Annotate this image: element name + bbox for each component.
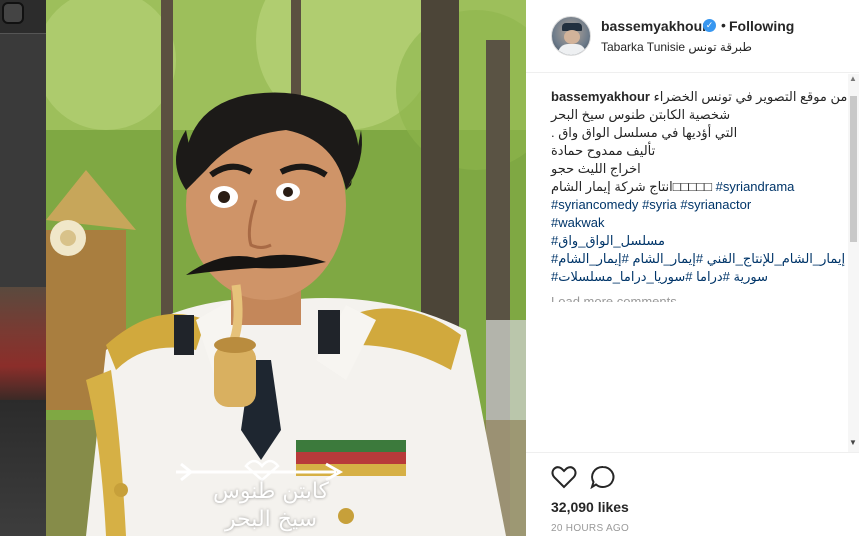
post-photo[interactable]: كابتن طنوس سيخ البحر [46, 0, 526, 536]
following-button[interactable]: Following [729, 18, 794, 34]
post-timestamp[interactable]: 20 HOURS AGO [551, 523, 629, 534]
comments-scrollbar-thumb[interactable] [850, 96, 857, 242]
caption-line: تأليف ممدوح حمادة [551, 143, 656, 158]
hashtag-link[interactable]: #إيمار_الشام [558, 251, 629, 266]
scroll-down-arrow-icon[interactable]: ▼ [849, 438, 857, 447]
username-link[interactable]: bassemyakhour [601, 18, 708, 34]
hashtag-link[interactable]: #syrianactor [680, 197, 751, 212]
hashtag-link[interactable]: #إيمار_الشام [632, 251, 703, 266]
background-page [0, 0, 46, 536]
background-app-icon [2, 2, 24, 24]
heart-icon[interactable] [551, 465, 577, 489]
photo-overlay-title: كابتن طنوس [212, 479, 330, 504]
caption: bassemyakhour من موقع التصوير في تونس ال… [551, 88, 848, 286]
hashtag-link[interactable]: #سوريا_دراما_مسلسلات [558, 269, 692, 284]
post-header: bassemyakhour ✓ • Following Tabarka Tuni… [526, 0, 859, 73]
post-viewer: كابتن طنوس سيخ البحر bassemyakhour ✓ • F… [0, 0, 859, 536]
avatar-body [558, 44, 586, 55]
caption-line: انتاج شركة إيمار الشام [551, 179, 673, 194]
hashtag-link[interactable]: #syriancomedy [551, 197, 638, 212]
comment-icon[interactable] [590, 465, 616, 489]
post-info-panel: bassemyakhour ✓ • Following Tabarka Tuni… [526, 0, 859, 536]
caption-line: شخصية الكابتن طنوس سيخ البحر [551, 107, 731, 122]
background-thumbnail [0, 287, 46, 400]
background-thumbnail [0, 400, 46, 536]
photo-illustration [46, 0, 526, 536]
scroll-up-arrow-icon[interactable]: ▲ [849, 74, 857, 83]
comments-section: bassemyakhour من موقع التصوير في تونس ال… [526, 74, 859, 302]
load-more-comments-link[interactable]: Load more comments [551, 294, 677, 302]
caption-line: من موقع التصوير في تونس الخضراء [653, 89, 848, 104]
hashtag-link[interactable]: #مسلسل_الواق_واق [551, 233, 665, 248]
hashtag-link[interactable]: #syriandrama [716, 179, 795, 194]
caption-line: اخراج الليث حجو [551, 161, 641, 176]
likes-count[interactable]: 32,090 likes [551, 499, 629, 515]
photo-overlay-subtitle: سيخ البحر [224, 507, 318, 532]
hashtag-link[interactable]: #syria [642, 197, 677, 212]
unrendered-glyphs: □□□□□ [672, 179, 712, 194]
caption-username[interactable]: bassemyakhour [551, 89, 650, 104]
location-link[interactable]: Tabarka Tunisie طبرقة تونس [601, 40, 752, 54]
caption-line: التي أؤديها في مسلسل الواق واق . [551, 125, 738, 140]
post-actions: 32,090 likes 20 HOURS AGO [526, 452, 859, 536]
verified-badge-icon: ✓ [703, 19, 716, 32]
avatar-face [564, 30, 580, 44]
hashtag-link[interactable]: #دراما [696, 269, 730, 284]
separator-dot: • [721, 17, 726, 33]
background-topbar [0, 0, 46, 34]
hashtag-link[interactable]: #wakwak [551, 215, 604, 230]
avatar[interactable] [551, 16, 591, 56]
